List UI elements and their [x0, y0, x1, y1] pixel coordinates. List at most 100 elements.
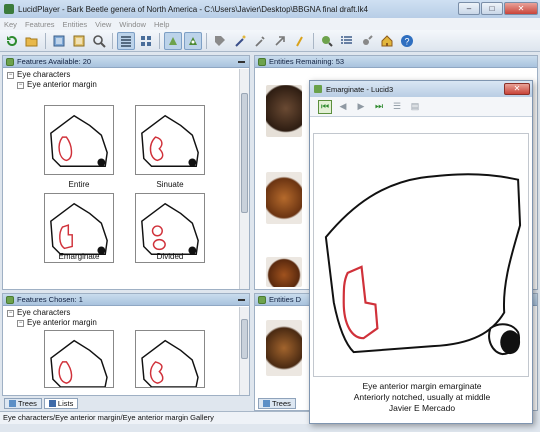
- window-title: LucidPlayer - Bark Beetle genera of Nort…: [18, 4, 368, 14]
- menu-key[interactable]: Key: [4, 20, 17, 29]
- tool-icon: [275, 35, 285, 46]
- list-view-icon: [121, 35, 131, 47]
- features-button[interactable]: [50, 32, 68, 50]
- options-button[interactable]: [358, 32, 376, 50]
- menu-entities[interactable]: Entities: [63, 20, 88, 29]
- wand-button[interactable]: [231, 32, 249, 50]
- help-button[interactable]: ?: [398, 32, 416, 50]
- tab-trees[interactable]: Trees: [4, 398, 42, 409]
- similarities-button[interactable]: [291, 32, 309, 50]
- best-button[interactable]: [251, 32, 269, 50]
- prune-icon: [189, 36, 197, 45]
- collapse-icon[interactable]: −: [17, 319, 24, 327]
- svg-text:?: ?: [404, 36, 409, 46]
- menu-help[interactable]: Help: [154, 20, 169, 29]
- bookmark-button[interactable]: [318, 32, 336, 50]
- toolbar: ?: [0, 30, 540, 52]
- minimize-button[interactable]: –: [458, 2, 480, 15]
- vertical-scrollbar[interactable]: [239, 307, 249, 395]
- find-button[interactable]: [90, 32, 108, 50]
- tree-item-eye-characters[interactable]: − Eye characters: [7, 308, 97, 318]
- features-chosen-title: Features Chosen: 1: [17, 295, 83, 304]
- features-available-title: Features Available: 20: [17, 57, 92, 66]
- menu-features[interactable]: Features: [25, 20, 55, 29]
- menu-window[interactable]: Window: [119, 20, 146, 29]
- state-image-entire[interactable]: [44, 105, 114, 175]
- prune-icon: [169, 36, 177, 45]
- features-chosen-header: Features Chosen: 1: [3, 294, 249, 306]
- menu-view[interactable]: View: [95, 20, 111, 29]
- tree-label: Eye characters: [17, 70, 71, 79]
- tab-label: Trees: [18, 399, 37, 408]
- list-button[interactable]: [338, 32, 356, 50]
- tree-item-eye-anterior-margin[interactable]: − Eye anterior margin: [7, 80, 97, 90]
- export-button[interactable]: ▤: [408, 100, 422, 114]
- eye-margin-entire-icon: [50, 114, 108, 167]
- first-image-button[interactable]: ⏮: [318, 99, 332, 114]
- entities-button[interactable]: [70, 32, 88, 50]
- features-chosen-pane: Features Chosen: 1 − Eye characters − Ey…: [2, 293, 250, 396]
- previous-image-button[interactable]: ◀: [336, 100, 350, 114]
- collapse-icon[interactable]: −: [17, 81, 24, 89]
- state-label-entire: Entire: [68, 180, 90, 189]
- tag-button[interactable]: [211, 32, 229, 50]
- chosen-state-image[interactable]: [44, 330, 114, 388]
- state-label-emarginate: Emarginate: [58, 252, 100, 261]
- feature-image: [313, 133, 529, 377]
- prune-button[interactable]: [164, 31, 182, 50]
- state-image-sinuate[interactable]: [135, 105, 205, 175]
- gallery-icon: [141, 35, 151, 46]
- entity-image[interactable]: [266, 257, 302, 287]
- pane-icon: [6, 295, 14, 304]
- home-button[interactable]: [378, 32, 396, 50]
- collapse-icon[interactable]: −: [7, 71, 14, 79]
- tab-trees[interactable]: Trees: [258, 398, 296, 409]
- gallery-view-button[interactable]: [137, 32, 155, 50]
- scrollbar-thumb[interactable]: [241, 93, 248, 213]
- tree-label: Eye anterior margin: [27, 318, 97, 327]
- open-button[interactable]: [23, 32, 41, 50]
- tool-icon: [363, 34, 373, 45]
- next-image-button[interactable]: ▶: [354, 100, 368, 114]
- last-icon: ⏭: [374, 101, 384, 111]
- maximize-button[interactable]: □: [481, 2, 503, 15]
- scrollbar-thumb[interactable]: [241, 319, 248, 359]
- popup-close-button[interactable]: ✕: [504, 83, 530, 95]
- list-view-button[interactable]: [117, 31, 135, 50]
- entities-remaining-title: Entities Remaining: 53: [269, 57, 345, 66]
- state-label-sinuate: Sinuate: [156, 180, 184, 189]
- help-icon: ?: [401, 34, 413, 47]
- image-viewer-window: Emarginate - Lucid3 ✕ ⏮ ◀ ▶ ⏭ ☰ ▤ Eye an…: [309, 80, 533, 424]
- features-icon: [53, 35, 65, 46]
- differences-button[interactable]: [271, 32, 289, 50]
- collapse-icon[interactable]: −: [7, 309, 14, 317]
- minimize-pane-button[interactable]: [238, 298, 245, 301]
- left-tabs: Trees Lists: [4, 398, 79, 409]
- tab-lists[interactable]: Lists: [43, 398, 79, 409]
- menu-bar: Key Features Entities View Window Help: [0, 18, 540, 30]
- chosen-state-image[interactable]: [135, 330, 205, 388]
- popup-title: Emarginate - Lucid3: [326, 84, 394, 94]
- restart-button[interactable]: [3, 32, 21, 50]
- entity-image[interactable]: [266, 320, 302, 376]
- list-view-button[interactable]: ☰: [390, 100, 404, 114]
- vertical-scrollbar[interactable]: [239, 69, 249, 289]
- entity-image[interactable]: [266, 85, 302, 137]
- toolbar-separator: [206, 32, 207, 49]
- toolbar-separator: [313, 32, 314, 49]
- prune-redundant-button[interactable]: [184, 31, 202, 50]
- open-icon: [25, 37, 38, 46]
- features-available-pane: Features Available: 20 − Eye characters …: [2, 55, 250, 290]
- close-button[interactable]: ✕: [504, 2, 538, 15]
- tree-item-eye-characters[interactable]: − Eye characters: [7, 70, 97, 80]
- tab-label: Trees: [272, 399, 291, 408]
- last-image-button[interactable]: ⏭: [372, 100, 386, 114]
- toolbar-separator: [45, 32, 46, 49]
- tree-item-eye-anterior-margin[interactable]: − Eye anterior margin: [7, 318, 97, 328]
- toolbar-separator: [159, 32, 160, 49]
- entity-image[interactable]: [266, 172, 302, 224]
- caption-author: Javier E Mercado: [388, 403, 456, 413]
- minimize-pane-button[interactable]: [238, 60, 245, 63]
- chosen-tree: − Eye characters − Eye anterior margin: [3, 308, 97, 328]
- previous-icon: ◀: [339, 101, 347, 111]
